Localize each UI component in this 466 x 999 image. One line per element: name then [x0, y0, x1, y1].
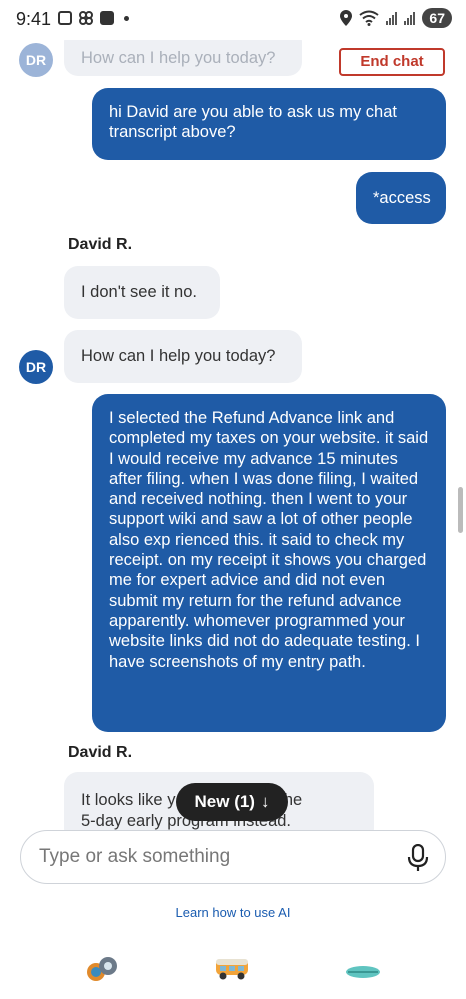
chat-transcript[interactable]: DR How can I help you today? hi David ar…: [0, 40, 466, 830]
surfboard-icon[interactable]: [344, 962, 382, 982]
agent-avatar: DR: [19, 43, 53, 77]
signal-icon: [386, 11, 398, 25]
status-bar: 9:41 67: [0, 0, 466, 40]
status-time: 9:41: [16, 9, 52, 29]
agent-message: How can I help you today?: [64, 40, 302, 76]
microphone-icon[interactable]: [407, 844, 429, 872]
more-notifications-icon: [124, 15, 129, 21]
location-icon: [340, 10, 353, 26]
message-icon: [100, 11, 114, 25]
agent-message: How can I help you today?: [64, 330, 302, 383]
new-messages-button[interactable]: New (1) ↓: [176, 783, 288, 821]
screenshot-icon: [58, 11, 72, 25]
message-input-placeholder: Type or ask something: [39, 846, 231, 867]
agent-message-line: It looks like y: [81, 791, 176, 809]
assist-icon[interactable]: [86, 955, 120, 985]
end-chat-button[interactable]: End chat: [339, 48, 445, 76]
sender-name: David R.: [68, 744, 133, 761]
van-icon[interactable]: [214, 955, 250, 983]
agent-avatar: DR: [19, 350, 53, 384]
agent-message: I don't see it no.: [64, 266, 220, 319]
wifi-icon: [359, 10, 380, 26]
arrow-down-icon: ↓: [260, 792, 270, 811]
sender-name: David R.: [68, 236, 133, 253]
system-icons: 67: [340, 8, 452, 28]
pinwheel-icon: [79, 11, 93, 25]
signal-icon-2: [404, 11, 416, 25]
learn-ai-link[interactable]: Learn how to use AI: [0, 905, 466, 920]
user-message: *access: [356, 172, 446, 224]
notification-icons: [58, 10, 129, 26]
user-message: I selected the Refund Advance link and c…: [92, 394, 446, 732]
user-message: hi David are you able to ask us my chat …: [92, 88, 446, 160]
battery-indicator: 67: [422, 8, 452, 28]
scrollbar-thumb[interactable]: [458, 487, 463, 533]
message-input[interactable]: Type or ask something: [20, 830, 446, 884]
new-messages-label: New (1): [194, 792, 255, 811]
